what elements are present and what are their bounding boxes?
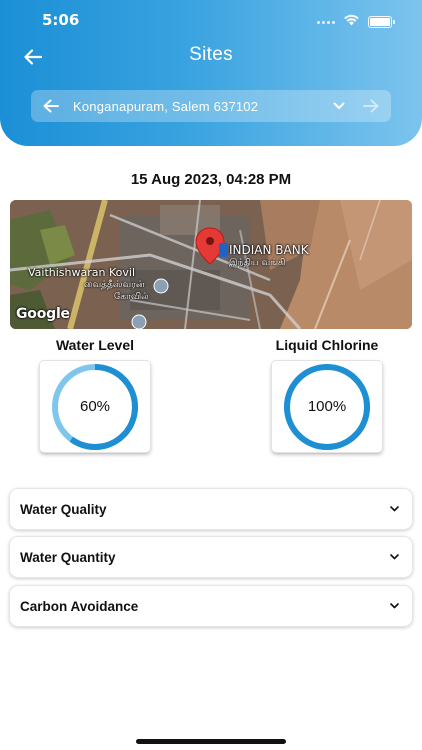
chevron-down-icon [333,102,345,109]
site-dropdown-toggle[interactable] [327,90,351,122]
map-label-temple: Vaithishwaran Kovil [28,266,135,279]
section-carbon-avoidance[interactable]: Carbon Avoidance [10,586,412,626]
water-level-value: 60% [79,398,111,415]
chevron-down-icon [388,503,400,515]
home-indicator[interactable] [136,739,286,744]
water-level-gauge: 60% [40,361,150,452]
liquid-chlorine-value: 100% [307,398,347,415]
section-label: Water Quantity [20,549,116,565]
status-bar: 5:06 [0,0,422,40]
wifi-icon [343,13,360,31]
map-label-bank: INDIAN BANK [229,243,309,257]
battery-icon [368,16,395,28]
section-label: Water Quality [20,501,107,517]
selected-site-name[interactable]: Konganapuram, Salem 637102 [71,99,327,114]
section-label: Carbon Avoidance [20,598,139,614]
map-satellite-image [10,200,412,329]
section-water-quantity[interactable]: Water Quantity [10,537,412,577]
liquid-chlorine-title: Liquid Chlorine [275,337,379,353]
next-site-button[interactable] [351,90,391,122]
cellular-signal-icon [317,20,335,24]
status-time: 5:06 [42,11,80,29]
page-title: Sites [189,44,233,65]
status-icons [317,13,395,31]
site-map[interactable]: INDIAN BANK இந்திய வங்கி Vaithishwaran K… [10,200,412,329]
arrow-left-icon [43,99,59,113]
arrow-right-icon [363,99,379,113]
previous-site-button[interactable] [31,90,71,122]
reading-timestamp: 15 Aug 2023, 04:28 PM [130,171,292,188]
liquid-chlorine-gauge: 100% [272,361,382,452]
google-attribution: Google [16,306,70,322]
header-bar: 5:06 Sites Konganapuram, Salem 637102 [0,0,422,146]
map-label-temple-tamil: வைத்தீஸ்வரன் [84,280,145,290]
water-level-title: Water Level [55,337,135,353]
chevron-down-icon [388,551,400,563]
section-water-quality[interactable]: Water Quality [10,489,412,529]
chevron-down-icon [388,600,400,612]
site-selector[interactable]: Konganapuram, Salem 637102 [31,90,391,122]
map-label-bank-tamil: இந்திய வங்கி [229,258,286,268]
map-label-temple-tamil-2: கோவில் [114,292,149,302]
